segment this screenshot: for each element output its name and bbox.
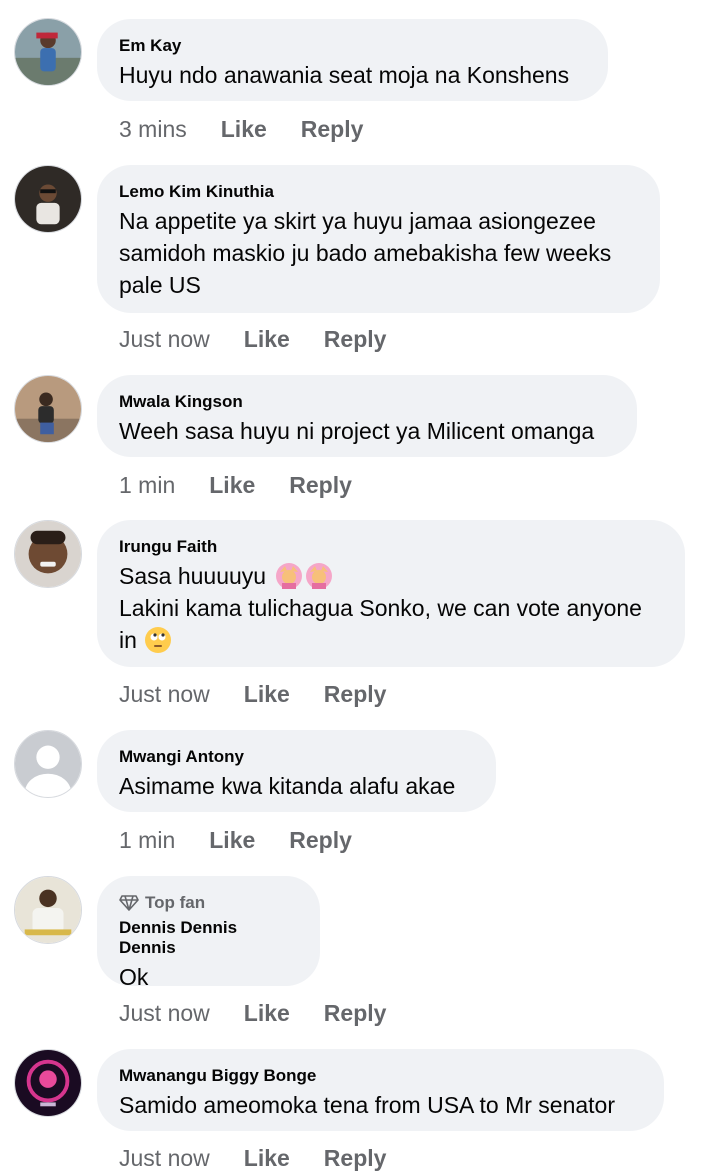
comment-timestamp[interactable]: 1 min: [119, 827, 175, 854]
comment-actions: Just now Like Reply: [119, 679, 386, 709]
comment-text: Ok: [119, 964, 149, 990]
eye-roll-emoji: [144, 627, 171, 653]
comment-actions: 1 min Like Reply: [119, 470, 352, 500]
comment-line: Sasa huuuuyu: [119, 560, 663, 592]
comment-timestamp[interactable]: Just now: [119, 681, 210, 708]
like-button[interactable]: Like: [244, 1145, 290, 1172]
comment-actions: Just now Like Reply: [119, 998, 386, 1028]
comment-bubble: Mwanangu Biggy Bonge Samido ameomoka ten…: [97, 1049, 664, 1131]
reply-button[interactable]: Reply: [324, 681, 387, 708]
woman-gesturing-ok-emoji: [306, 563, 333, 589]
like-button[interactable]: Like: [244, 681, 290, 708]
comment-bubble: Em Kay Huyu ndo anawania seat moja na Ko…: [97, 19, 608, 101]
comment-line: Lakini kama tulichagua Sonko, we can vot…: [119, 595, 642, 621]
avatar[interactable]: [14, 730, 82, 798]
comment-text: Na appetite ya skirt ya huyu jamaa asion…: [119, 205, 638, 301]
comment-line: pale US: [119, 272, 201, 298]
reply-button[interactable]: Reply: [289, 472, 352, 499]
avatar[interactable]: [14, 520, 82, 588]
comment-line: Na appetite ya skirt ya huyu jamaa asion…: [119, 208, 596, 234]
reply-button[interactable]: Reply: [324, 326, 387, 353]
comment-author[interactable]: Mwala Kingson: [119, 392, 615, 412]
comment-text: Samido ameomoka tena from USA to Mr sena…: [119, 1092, 615, 1118]
avatar[interactable]: [14, 1049, 82, 1117]
diamond-icon: [119, 895, 139, 911]
comment-bubble: Mwangi Antony Asimame kwa kitanda alafu …: [97, 730, 496, 812]
comment-bubble: Top fan Dennis Dennis Dennis Ok: [97, 876, 320, 990]
comment-line: samidoh maskio ju bado amebakisha few we…: [119, 240, 612, 266]
comment-author[interactable]: Em Kay: [119, 36, 586, 56]
comment-timestamp[interactable]: Just now: [119, 1000, 210, 1027]
comment-line-text: Sasa huuuuyu: [119, 563, 267, 589]
comment-text: Weeh sasa huyu ni project ya Milicent om…: [119, 418, 595, 444]
comment-bubble: Irungu Faith Sasa huuuuyu Lakini kama tu…: [97, 520, 685, 667]
reply-button[interactable]: Reply: [301, 116, 364, 143]
comment-author[interactable]: Lemo Kim Kinuthia: [119, 182, 638, 202]
avatar[interactable]: [14, 375, 82, 443]
like-button[interactable]: Like: [209, 827, 255, 854]
woman-gesturing-ok-emoji: [276, 563, 303, 589]
like-button[interactable]: Like: [221, 116, 267, 143]
badge-label: Top fan: [145, 893, 206, 912]
comment-author[interactable]: Dennis Dennis Dennis: [119, 918, 298, 958]
comment-text: Sasa huuuuyu Lakini kama tulichagua Sonk…: [119, 560, 663, 656]
comment-author[interactable]: Mwanangu Biggy Bonge: [119, 1066, 642, 1086]
avatar[interactable]: [14, 165, 82, 233]
comment-bubble: Mwala Kingson Weeh sasa huyu ni project …: [97, 375, 637, 457]
reply-button[interactable]: Reply: [324, 1000, 387, 1027]
reply-button[interactable]: Reply: [324, 1145, 387, 1172]
comment-line-text: in: [119, 627, 137, 653]
avatar[interactable]: [14, 876, 82, 944]
comment-actions: 3 mins Like Reply: [119, 114, 363, 144]
comment-timestamp[interactable]: Just now: [119, 1145, 210, 1172]
comment-bubble: Lemo Kim Kinuthia Na appetite ya skirt y…: [97, 165, 660, 313]
top-fan-badge: Top fan: [119, 893, 298, 913]
comment-actions: Just now Like Reply: [119, 324, 386, 354]
comment-timestamp[interactable]: 1 min: [119, 472, 175, 499]
comment-text: Huyu ndo anawania seat moja na Konshens: [119, 62, 570, 88]
comment-line: in: [119, 624, 663, 656]
like-button[interactable]: Like: [244, 326, 290, 353]
reply-button[interactable]: Reply: [289, 827, 352, 854]
comment-text: Asimame kwa kitanda alafu akae: [119, 773, 456, 799]
comment-actions: 1 min Like Reply: [119, 825, 352, 855]
like-button[interactable]: Like: [244, 1000, 290, 1027]
avatar[interactable]: [14, 18, 82, 86]
comment-author[interactable]: Mwangi Antony: [119, 747, 474, 767]
comment-timestamp[interactable]: Just now: [119, 326, 210, 353]
comment-author[interactable]: Irungu Faith: [119, 537, 663, 557]
comment-actions: Just now Like Reply: [119, 1143, 386, 1173]
like-button[interactable]: Like: [209, 472, 255, 499]
comment-timestamp[interactable]: 3 mins: [119, 116, 187, 143]
